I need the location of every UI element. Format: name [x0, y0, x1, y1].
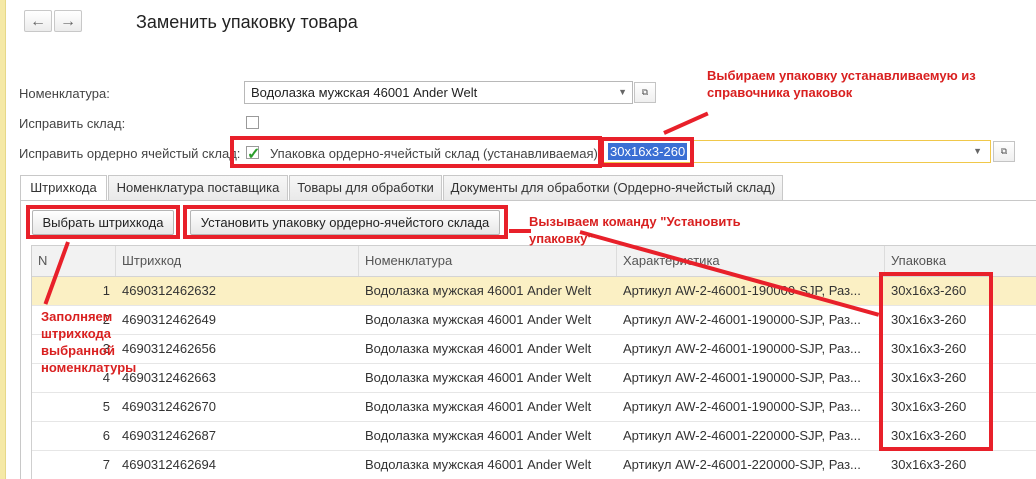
cell-barcode: 4690312462632 [122, 283, 216, 298]
cell-package: 30x16x3-260 [891, 457, 967, 472]
nomenclature-value: Водолазка мужская 46001 Ander Welt [251, 85, 478, 100]
tab-barcodes[interactable]: Штрихкода [20, 175, 107, 201]
column-header-nomenclature[interactable]: Номенклатура [359, 246, 617, 276]
cell-nomenclature: Водолазка мужская 46001 Ander Welt [365, 283, 592, 298]
highlight-set-package [183, 205, 508, 239]
fix-warehouse-checkbox[interactable] [246, 116, 259, 129]
cell-n: 6 [102, 428, 110, 443]
tab-label: Документы для обработки (Ордерно-ячейсты… [450, 180, 776, 195]
open-form-icon: ⧉ [641, 87, 649, 97]
highlight-package-checkbox [230, 136, 602, 168]
open-package-button[interactable]: ⧉ [993, 141, 1015, 162]
highlight-select-barcodes [26, 205, 180, 239]
cell-characteristic: Артикул AW-2-46001-220000-SJP, Раз... [623, 457, 861, 472]
cell-barcode: 4690312462687 [122, 428, 216, 443]
nomenclature-field[interactable]: Водолазка мужская 46001 Ander Welt ▼ [244, 81, 633, 104]
cell-nomenclature: Водолазка мужская 46001 Ander Welt [365, 341, 592, 356]
annotation-fill-barcodes: Заполняем штрихкода выбранной номенклату… [41, 309, 137, 375]
cell-n: 7 [102, 457, 110, 472]
back-button[interactable]: ← [24, 10, 52, 32]
cell-nomenclature: Водолазка мужская 46001 Ander Welt [365, 457, 592, 472]
annotation-choose-package: Выбираем упаковку устанавливаемую из спр… [707, 68, 976, 100]
arrow-right-icon: → [60, 13, 76, 30]
dropdown-arrow-icon[interactable]: ▼ [973, 141, 982, 162]
highlight-package-value [600, 137, 694, 167]
cell-barcode: 4690312462670 [122, 399, 216, 414]
cell-nomenclature: Водолазка мужская 46001 Ander Welt [365, 312, 592, 327]
tab-label: Номенклатура поставщика [116, 180, 280, 195]
cell-nomenclature: Водолазка мужская 46001 Ander Welt [365, 399, 592, 414]
open-nomenclature-button[interactable]: ⧉ [634, 82, 656, 103]
tab-label: Штрихкода [30, 180, 97, 195]
cell-characteristic: Артикул AW-2-46001-220000-SJP, Раз... [623, 428, 861, 443]
fix-warehouse-label: Исправить склад: [19, 116, 126, 131]
arrow-left-icon: ← [30, 13, 46, 30]
tab-goods-to-process[interactable]: Товары для обработки [289, 175, 442, 200]
highlight-package-column [879, 272, 993, 451]
dropdown-arrow-icon[interactable]: ▼ [618, 82, 627, 103]
cell-barcode: 4690312462656 [122, 341, 216, 356]
page-title: Заменить упаковку товара [136, 12, 358, 32]
forward-button[interactable]: → [54, 10, 82, 32]
tab-documents-to-process[interactable]: Документы для обработки (Ордерно-ячейсты… [443, 175, 783, 200]
open-form-icon: ⧉ [1000, 146, 1008, 156]
tab-label: Товары для обработки [297, 180, 434, 195]
arrow-line-call-command [509, 229, 531, 233]
cell-nomenclature: Водолазка мужская 46001 Ander Welt [365, 428, 592, 443]
annotation-call-command: Вызываем команду "Установить упаковку" [529, 214, 741, 246]
cell-nomenclature: Водолазка мужская 46001 Ander Welt [365, 370, 592, 385]
column-header-n[interactable]: N [32, 246, 116, 276]
fix-cell-warehouse-label: Исправить ордерно ячейстый склад: [19, 146, 241, 161]
arrow-line-choose-package [663, 111, 709, 135]
window-side-stripe [0, 0, 6, 479]
cell-characteristic: Артикул AW-2-46001-190000-SJP, Раз... [623, 370, 861, 385]
cell-barcode: 4690312462663 [122, 370, 216, 385]
tab-supplier-nomenclature[interactable]: Номенклатура поставщика [108, 175, 288, 200]
cell-characteristic: Артикул AW-2-46001-190000-SJP, Раз... [623, 399, 861, 414]
cell-n: 5 [102, 399, 110, 414]
cell-characteristic: Артикул AW-2-46001-190000-SJP, Раз... [623, 312, 861, 327]
cell-characteristic: Артикул AW-2-46001-190000-SJP, Раз... [623, 341, 861, 356]
column-header-barcode[interactable]: Штрихкод [116, 246, 359, 276]
cell-barcode: 4690312462649 [122, 312, 216, 327]
table-row[interactable]: 7 4690312462694 Водолазка мужская 46001 … [32, 451, 1036, 479]
cell-barcode: 4690312462694 [122, 457, 216, 472]
nomenclature-label: Номенклатура: [19, 86, 110, 101]
